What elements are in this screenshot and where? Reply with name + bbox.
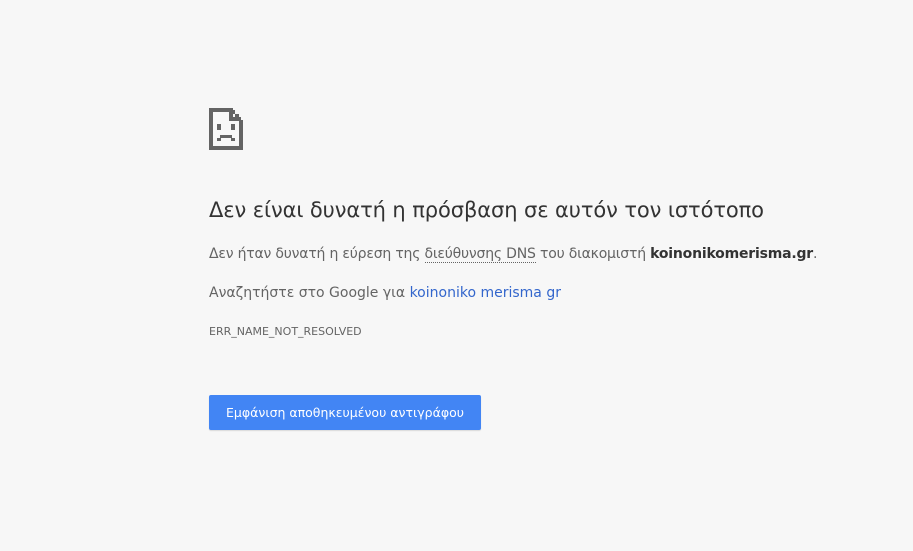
dns-term[interactable]: διεύθυνσης DNS xyxy=(424,246,536,263)
sad-document-icon xyxy=(209,108,243,150)
details-middle: του διακομιστή xyxy=(535,246,651,262)
details-prefix: Δεν ήταν δυνατή η εύρεση της xyxy=(209,246,425,262)
details-suffix: . xyxy=(813,246,818,262)
show-cached-copy-button[interactable]: Εμφάνιση αποθηκευμένου αντιγράφου xyxy=(209,395,481,430)
search-suggestion: Αναζητήστε στο Google για koinoniko meri… xyxy=(209,285,561,301)
google-search-link[interactable]: koinoniko merisma gr xyxy=(410,285,561,301)
error-code: ERR_NAME_NOT_RESOLVED xyxy=(209,325,362,338)
error-details: Δεν ήταν δυνατή η εύρεση της διεύθυνσης … xyxy=(209,246,818,263)
page-title: Δεν είναι δυνατή η πρόσβαση σε αυτόν τον… xyxy=(209,198,764,222)
search-prefix: Αναζητήστε στο Google για xyxy=(209,285,410,301)
error-page: Δεν είναι δυνατή η πρόσβαση σε αυτόν τον… xyxy=(0,0,913,551)
server-hostname: koinonikomerisma.gr xyxy=(650,246,813,262)
